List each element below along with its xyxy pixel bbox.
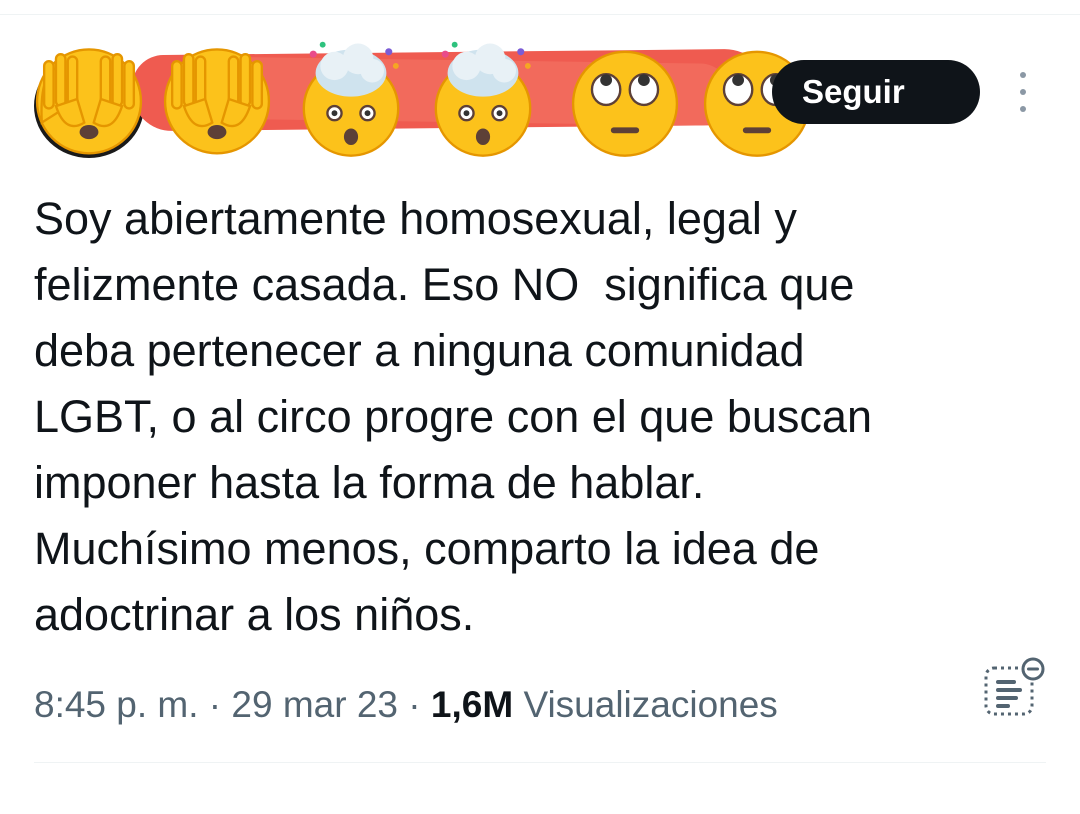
views-count: 1,6M: [430, 684, 514, 725]
community-notes-icon[interactable]: [980, 656, 1046, 722]
tweet-detail-view: Seguir Soy abiertamente homosexual, lega…: [0, 0, 1080, 814]
tweet-metadata: 8:45 p. m. · 29 mar 23 · 1,6M Visualizac…: [34, 684, 778, 726]
tweet-text: Soy abiertamente homosexual, legal y fel…: [34, 193, 872, 640]
face-hand-over-mouth-icon: [158, 40, 276, 158]
rolling-eyes-icon: [566, 40, 684, 158]
meta-separator: ·: [198, 684, 232, 725]
exploding-head-icon: [292, 40, 410, 158]
censor-emoji-row: [30, 40, 830, 160]
tweet-date[interactable]: 29 mar 23: [231, 684, 398, 725]
dot: [1020, 89, 1026, 95]
bottom-divider: [34, 762, 1046, 763]
exploding-head-icon: [424, 40, 542, 158]
meta-separator: ·: [398, 684, 431, 725]
top-divider: [0, 14, 1080, 15]
dot: [1020, 106, 1026, 112]
views-label: Visualizaciones: [513, 684, 778, 725]
tweet-time[interactable]: 8:45 p. m.: [34, 684, 199, 725]
face-hand-over-mouth-icon: [30, 40, 148, 158]
dot: [1020, 72, 1026, 78]
more-options-icon[interactable]: [1006, 72, 1040, 112]
follow-button[interactable]: Seguir: [772, 60, 980, 124]
